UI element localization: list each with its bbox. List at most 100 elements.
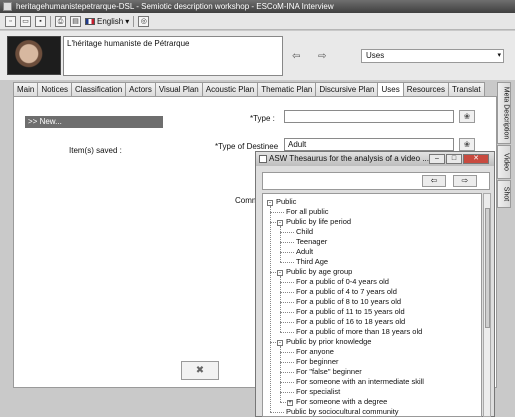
thesaurus-paw-icon[interactable]: ❀	[459, 138, 475, 151]
tree-node-label: Adult	[296, 247, 314, 256]
save-icon[interactable]: ▪	[35, 15, 46, 27]
tree-node-label: For someone with an intermediate skill	[296, 377, 424, 386]
tree-node[interactable]: For anyone	[296, 347, 334, 356]
tree-node-label: Public by prior knowledge	[286, 337, 372, 346]
tree-node[interactable]: For specialist	[296, 387, 340, 396]
tree-node[interactable]: + For someone with a degree	[287, 397, 387, 406]
side-tab-label: Shot	[502, 186, 510, 202]
chevron-down-icon: ▾	[125, 16, 130, 26]
destinee-value: Adult	[288, 140, 307, 149]
tree-node-label: Public	[276, 197, 297, 206]
tree-node[interactable]: - Public by life period	[277, 217, 351, 226]
tab-uses[interactable]: Uses	[377, 82, 404, 97]
tree-connector	[270, 206, 271, 412]
help-icon[interactable]: ◎	[138, 15, 150, 27]
arrow-right-icon[interactable]: ⇨	[453, 175, 477, 187]
tree-node-label: Teenager	[296, 237, 328, 246]
tree-connector	[280, 392, 294, 393]
tree-node[interactable]: - Public	[267, 197, 296, 206]
window-title: heritagehumanistepetrarque-DSL - Semioti…	[16, 2, 334, 11]
tree-node-label: For a public of 0-4 years old	[296, 277, 389, 286]
tab-translation[interactable]: Translat	[447, 82, 485, 96]
tree-node-label: Public by age group	[286, 267, 353, 276]
section-select[interactable]: Uses ▾	[361, 49, 504, 63]
document-icon[interactable]: ▤	[70, 15, 81, 27]
tree-node-label: For a public of more than 18 years old	[296, 327, 423, 336]
tab-discursive-plan[interactable]: Discursive Plan	[315, 82, 379, 96]
tree-node-label: Public by life period	[286, 217, 352, 226]
print-icon[interactable]: ⎙	[55, 15, 66, 27]
open-folder-icon[interactable]: ▭	[20, 15, 31, 27]
tree-connector	[280, 276, 281, 332]
tree-connector	[270, 212, 284, 213]
arrow-left-icon[interactable]: ⇦	[422, 175, 446, 187]
chevron-down-icon: ▾	[497, 52, 501, 59]
tree-connector	[280, 292, 294, 293]
tree-node[interactable]: Child	[296, 227, 313, 236]
tab-actors[interactable]: Actors	[125, 82, 156, 96]
tree-node[interactable]: Teenager	[296, 237, 327, 246]
tree-node[interactable]: For a public of 8 to 10 years old	[296, 297, 401, 306]
window-titlebar: heritagehumanistepetrarque-DSL - Semioti…	[0, 0, 515, 13]
tree-node[interactable]: Public by sociocultural community	[286, 407, 399, 416]
delete-icon: ✖	[195, 365, 205, 376]
tree-scrollbar[interactable]	[483, 193, 491, 417]
arrow-right-icon[interactable]: ⇨	[318, 51, 326, 62]
side-tab-shot[interactable]: Shot	[497, 180, 511, 208]
tree-node[interactable]: For a public of 4 to 7 years old	[296, 287, 397, 296]
tab-main[interactable]: Main	[13, 82, 39, 96]
close-button[interactable]: ✕	[463, 154, 489, 164]
tree-node[interactable]: Third Age	[296, 257, 328, 266]
tree-node-label: For a public of 4 to 7 years old	[296, 287, 397, 296]
tree-node-label: For all public	[286, 207, 329, 216]
tree-connector	[280, 372, 294, 373]
tree-connector	[280, 402, 286, 403]
destinee-field[interactable]: Adult	[284, 138, 454, 151]
new-document-icon[interactable]: ▫	[5, 15, 16, 27]
tree-connector	[280, 362, 294, 363]
minimize-button[interactable]: –	[429, 154, 445, 164]
section-select-value: Uses	[366, 51, 385, 60]
tree-node[interactable]: Adult	[296, 247, 313, 256]
tree-node-label: Public by sociocultural community	[286, 407, 399, 416]
tree-connector	[280, 332, 294, 333]
video-title: L'héritage humaniste de Pétrarque	[67, 39, 190, 48]
tree-node-label: For "false" beginner	[296, 367, 362, 376]
tree-node[interactable]: - Public by prior knowledge	[277, 337, 371, 346]
tab-acoustic-plan[interactable]: Acoustic Plan	[201, 82, 259, 96]
tree-node-label: Third Age	[296, 257, 329, 266]
scrollbar-thumb[interactable]	[485, 208, 490, 328]
tree-connector	[280, 352, 294, 353]
dialog-title: ASW Thesaurus for the analysis of a vide…	[269, 154, 429, 163]
tab-classification[interactable]: Classification	[71, 82, 127, 96]
tree-connector	[280, 346, 281, 402]
tab-notices[interactable]: Notices	[37, 82, 73, 96]
tree-connector	[280, 312, 294, 313]
language-selector[interactable]: English ▾	[85, 17, 129, 26]
tree-node[interactable]: For all public	[286, 207, 329, 216]
tab-thematic-plan[interactable]: Thematic Plan	[257, 82, 317, 96]
tree-connector	[280, 242, 294, 243]
delete-button[interactable]: ✖	[181, 361, 219, 380]
tree-node[interactable]: For a public of 16 to 18 years old	[296, 317, 405, 326]
tab-resources[interactable]: Resources	[402, 82, 449, 96]
expand-icon[interactable]: +	[287, 400, 293, 406]
tree-node[interactable]: For a public of 0-4 years old	[296, 277, 389, 286]
tree-node[interactable]: - Public by age group	[277, 267, 352, 276]
tree-node[interactable]: For a public of more than 18 years old	[296, 327, 422, 336]
maximize-button[interactable]: □	[446, 154, 462, 164]
thesaurus-paw-icon[interactable]: ❀	[459, 110, 475, 123]
video-thumbnail[interactable]	[7, 36, 61, 75]
tab-strip: Main Notices Classification Actors Visua…	[13, 82, 485, 97]
type-field[interactable]	[284, 110, 454, 123]
tree-node[interactable]: For "false" beginner	[296, 367, 362, 376]
tab-visual-plan[interactable]: Visual Plan	[154, 82, 203, 96]
video-title-box: L'héritage humaniste de Pétrarque	[63, 36, 283, 76]
list-item-new[interactable]: >> New...	[25, 116, 163, 128]
tree-connector	[280, 232, 294, 233]
tree-node[interactable]: For a public of 11 to 15 years old	[296, 307, 405, 316]
tree-node[interactable]: For beginner	[296, 357, 339, 366]
arrow-left-icon[interactable]: ⇦	[292, 51, 300, 62]
tree-connector	[280, 322, 294, 323]
tree-node[interactable]: For someone with an intermediate skill	[296, 377, 424, 386]
